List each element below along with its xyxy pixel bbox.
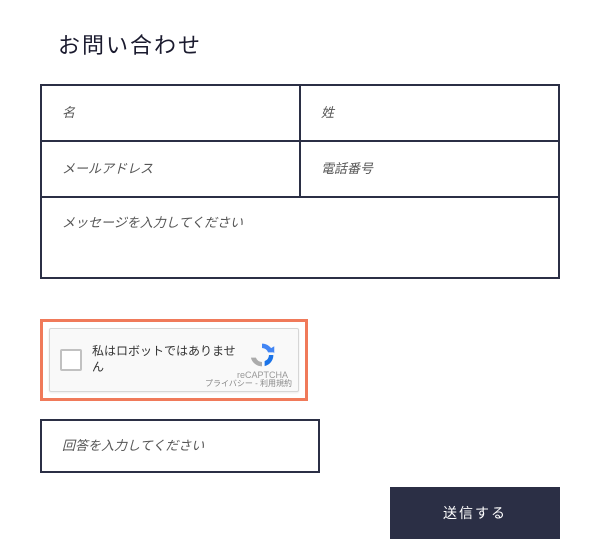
answer-box bbox=[40, 419, 320, 473]
phone-input[interactable] bbox=[321, 161, 538, 177]
submit-button[interactable]: 送信する bbox=[390, 487, 560, 539]
message-cell bbox=[42, 198, 558, 277]
recaptcha-branding: reCAPTCHA bbox=[237, 341, 288, 380]
last-name-cell bbox=[301, 86, 558, 140]
email-input[interactable] bbox=[62, 161, 279, 177]
contact-form-grid bbox=[40, 84, 560, 279]
page-title: お問い合わせ bbox=[58, 28, 560, 60]
recaptcha-terms[interactable]: プライバシー - 利用規約 bbox=[205, 378, 292, 389]
recaptcha-label: 私はロボットではありません bbox=[92, 344, 237, 375]
phone-cell bbox=[301, 142, 558, 196]
answer-input[interactable] bbox=[62, 438, 298, 454]
email-cell bbox=[42, 142, 301, 196]
captcha-highlight-frame: 私はロボットではありません reCAPTCHA プライバシー - 利用規約 bbox=[40, 319, 308, 401]
first-name-cell bbox=[42, 86, 301, 140]
recaptcha-widget: 私はロボットではありません reCAPTCHA プライバシー - 利用規約 bbox=[49, 328, 299, 392]
last-name-input[interactable] bbox=[321, 105, 538, 121]
first-name-input[interactable] bbox=[62, 105, 279, 121]
submit-row: 送信する bbox=[40, 487, 560, 539]
message-input[interactable] bbox=[62, 212, 538, 244]
recaptcha-icon bbox=[248, 341, 276, 369]
recaptcha-checkbox[interactable] bbox=[60, 349, 82, 371]
